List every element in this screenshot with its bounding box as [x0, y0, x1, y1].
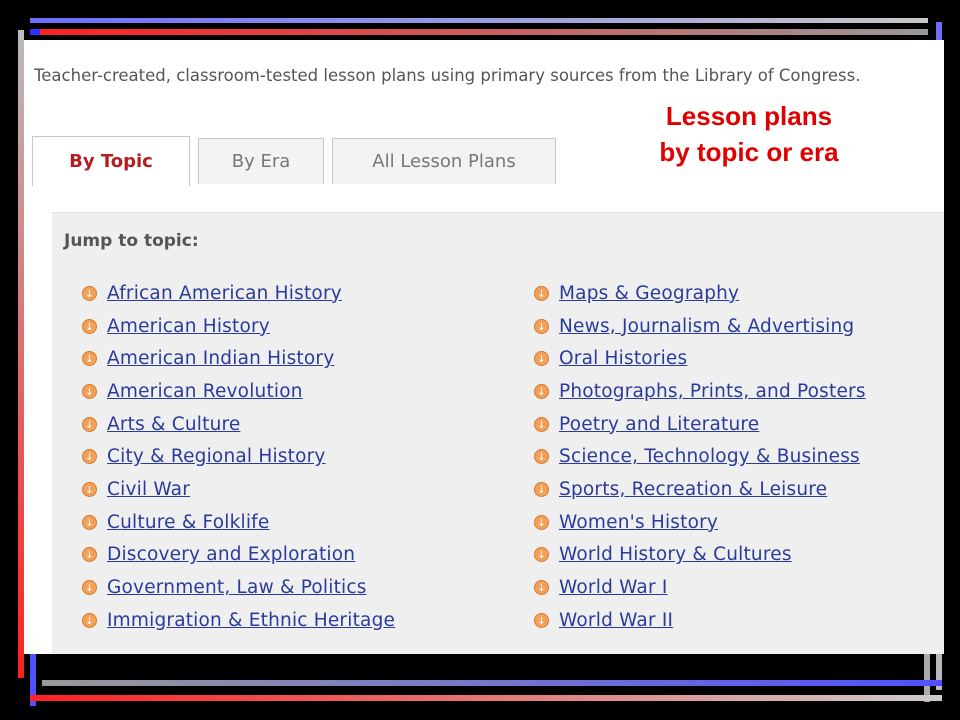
topic-item: ↓ Oral Histories	[534, 342, 866, 375]
topic-link[interactable]: Science, Technology & Business	[559, 446, 860, 467]
frame-bar-top-accent	[30, 29, 40, 35]
down-arrow-circle-icon[interactable]: ↓	[82, 547, 97, 563]
down-arrow-circle-icon[interactable]: ↓	[534, 383, 549, 399]
down-arrow-circle-icon[interactable]: ↓	[82, 514, 97, 530]
down-arrow-circle-icon[interactable]: ↓	[82, 351, 97, 367]
topic-item: ↓ Photographs, Prints, and Posters	[534, 375, 866, 408]
down-arrow-circle-icon[interactable]: ↓	[534, 285, 549, 301]
topic-item: ↓ Sports, Recreation & Leisure	[534, 473, 866, 506]
topic-link[interactable]: Photographs, Prints, and Posters	[559, 381, 866, 402]
down-arrow-circle-icon[interactable]: ↓	[82, 383, 97, 399]
topic-link[interactable]: Culture & Folklife	[107, 512, 269, 533]
topic-item: ↓ Civil War	[82, 473, 395, 506]
down-arrow-circle-icon[interactable]: ↓	[82, 612, 97, 628]
down-arrow-circle-icon[interactable]: ↓	[534, 449, 549, 465]
topic-list-right: ↓ Maps & Geography ↓ News, Journalism & Adv…	[534, 277, 866, 637]
down-arrow-circle-icon[interactable]: ↓	[82, 580, 97, 596]
topic-link[interactable]: Immigration & Ethnic Heritage	[107, 610, 395, 631]
topic-item: ↓ World War I	[534, 571, 866, 604]
topic-item: ↓ American Indian History	[82, 342, 395, 375]
topic-item: ↓ City & Regional History	[82, 440, 395, 473]
down-arrow-circle-icon[interactable]: ↓	[82, 285, 97, 301]
tab-all-lesson-plans[interactable]: All Lesson Plans	[332, 138, 556, 184]
callout-line-1: Lesson plans	[665, 101, 833, 131]
topic-item: ↓ Government, Law & Politics	[82, 571, 395, 604]
down-arrow-circle-icon[interactable]: ↓	[82, 416, 97, 432]
topic-item: ↓ World War II	[534, 604, 866, 637]
down-arrow-circle-icon[interactable]: ↓	[534, 514, 549, 530]
topic-link[interactable]: Oral Histories	[559, 348, 687, 369]
topic-link[interactable]: World War I	[559, 577, 668, 598]
intro-text: Teacher-created, classroom-tested lesson…	[34, 66, 861, 85]
topic-link[interactable]: Arts & Culture	[107, 414, 240, 435]
down-arrow-circle-icon[interactable]: ↓	[534, 318, 549, 334]
topic-link[interactable]: Poetry and Literature	[559, 414, 759, 435]
topic-link[interactable]: World History & Cultures	[559, 544, 792, 565]
topic-item: ↓ World History & Cultures	[534, 539, 866, 572]
topic-link[interactable]: American Indian History	[107, 348, 334, 369]
topic-list-left: ↓ African American History ↓ American Histo…	[82, 277, 395, 637]
topic-item: ↓ Arts & Culture	[82, 408, 395, 441]
down-arrow-circle-icon[interactable]: ↓	[534, 547, 549, 563]
callout-line-2: by topic or era	[659, 137, 839, 167]
topic-item: ↓ Women's History	[534, 506, 866, 539]
frame-bar-top-red	[30, 29, 928, 35]
down-arrow-circle-icon[interactable]: ↓	[534, 481, 549, 497]
topic-link[interactable]: Government, Law & Politics	[107, 577, 367, 598]
topic-item: ↓ American History	[82, 310, 395, 343]
down-arrow-circle-icon[interactable]: ↓	[534, 612, 549, 628]
frame-bar-top	[30, 18, 928, 23]
topic-item: ↓ Science, Technology & Business	[534, 440, 866, 473]
topic-link[interactable]: Sports, Recreation & Leisure	[559, 479, 827, 500]
topic-item: ↓ American Revolution	[82, 375, 395, 408]
topic-item: ↓ African American History	[82, 277, 395, 310]
down-arrow-circle-icon[interactable]: ↓	[534, 580, 549, 596]
topic-item: ↓ News, Journalism & Advertising	[534, 310, 866, 343]
topic-item: ↓ Maps & Geography	[534, 277, 866, 310]
topic-link[interactable]: African American History	[107, 283, 342, 304]
topic-link[interactable]: American History	[107, 316, 270, 337]
topic-link[interactable]: News, Journalism & Advertising	[559, 316, 854, 337]
topic-link[interactable]: Civil War	[107, 479, 190, 500]
frame-bar-bottom	[42, 680, 942, 686]
topic-link[interactable]: Women's History	[559, 512, 718, 533]
tab-by-topic[interactable]: By Topic	[32, 136, 190, 186]
tab-by-era[interactable]: By Era	[198, 138, 324, 184]
down-arrow-circle-icon[interactable]: ↓	[534, 351, 549, 367]
topic-link[interactable]: Discovery and Exploration	[107, 544, 355, 565]
topic-item: ↓ Immigration & Ethnic Heritage	[82, 604, 395, 637]
topic-link[interactable]: American Revolution	[107, 381, 303, 402]
callout-annotation: Lesson plans by topic or era	[624, 98, 874, 170]
topic-link[interactable]: Maps & Geography	[559, 283, 739, 304]
screenshot-panel: Teacher-created, classroom-tested lesson…	[24, 40, 944, 654]
topic-item: ↓ Discovery and Exploration	[82, 539, 395, 572]
down-arrow-circle-icon[interactable]: ↓	[82, 318, 97, 334]
topic-link[interactable]: City & Regional History	[107, 446, 326, 467]
topic-panel: Jump to topic: ↓ African American History…	[52, 212, 944, 654]
down-arrow-circle-icon[interactable]: ↓	[534, 416, 549, 432]
topic-item: ↓ Culture & Folklife	[82, 506, 395, 539]
topic-link[interactable]: World War II	[559, 610, 673, 631]
down-arrow-circle-icon[interactable]: ↓	[82, 481, 97, 497]
topic-item: ↓ Poetry and Literature	[534, 408, 866, 441]
down-arrow-circle-icon[interactable]: ↓	[82, 449, 97, 465]
frame-bar-bottom-red	[30, 695, 942, 701]
jump-to-topic-label: Jump to topic:	[64, 231, 199, 251]
